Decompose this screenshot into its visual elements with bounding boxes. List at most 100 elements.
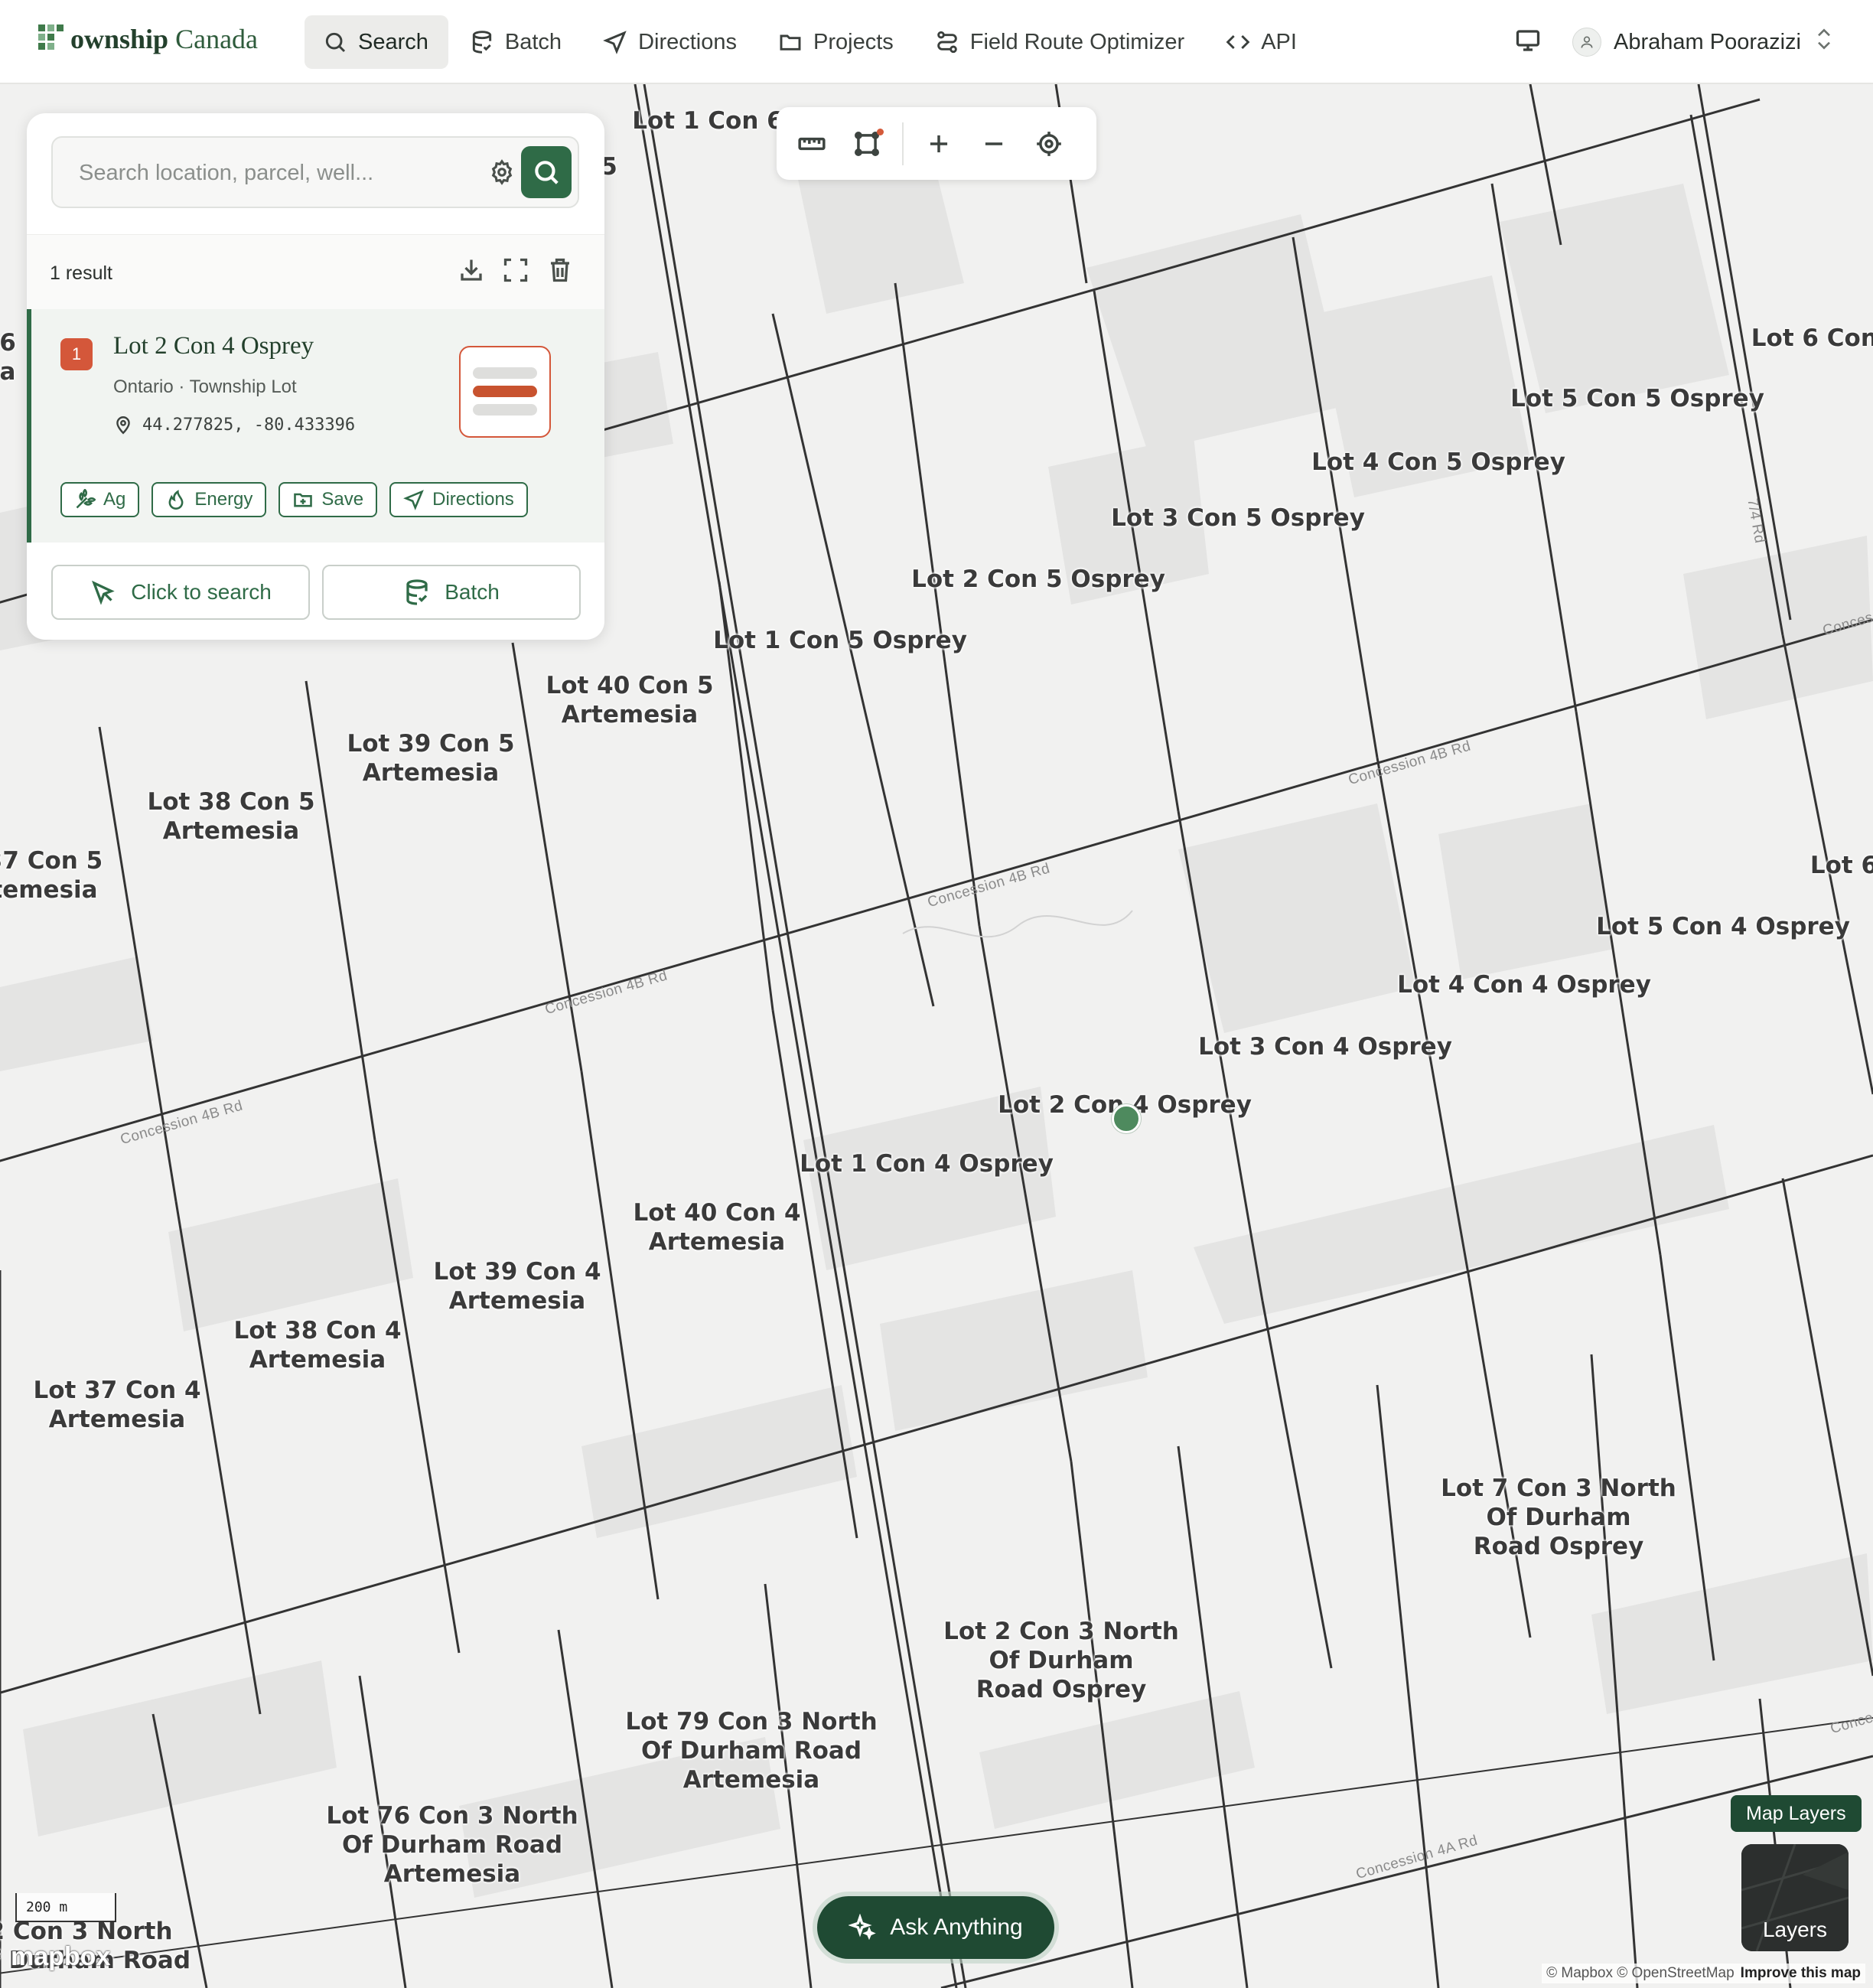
layers-button[interactable]: Layers bbox=[1741, 1844, 1849, 1951]
lot-label: Lot 2 Con 3 North Of Durham Road Osprey bbox=[943, 1618, 1179, 1703]
sparkles-icon bbox=[849, 1914, 876, 1941]
toolbar-divider bbox=[902, 122, 904, 165]
lot-label: Lot 40 Con 5 Artemesia bbox=[546, 672, 714, 728]
nav-batch-label: Batch bbox=[504, 29, 562, 54]
download-icon bbox=[461, 259, 482, 281]
ask-anything-button[interactable]: Ask Anything bbox=[817, 1896, 1054, 1959]
lot-label: Lot 38 Con 4 Artemesia bbox=[233, 1317, 402, 1374]
nav-projects[interactable]: Projects bbox=[760, 15, 914, 69]
database-icon bbox=[472, 31, 492, 54]
brand-logo[interactable]: ownship Canada bbox=[38, 23, 258, 55]
nav-directions[interactable]: Directions bbox=[585, 15, 757, 69]
lot-label: Lot 3 Con 5 Osprey bbox=[1111, 504, 1365, 532]
directions-chip-label: Directions bbox=[432, 489, 514, 510]
lot-label: Lot 6 bbox=[1809, 852, 1873, 879]
nav-field-route-optimizer[interactable]: Field Route Optimizer bbox=[917, 15, 1204, 69]
ask-anything-label: Ask Anything bbox=[890, 1915, 1023, 1940]
zoom-in-button[interactable] bbox=[911, 116, 966, 171]
energy-chip[interactable]: Energy bbox=[151, 482, 267, 517]
lot-label: Lot 3 Con 4 Osprey bbox=[1198, 1033, 1452, 1061]
user-menu[interactable]: Abraham Poorazizi bbox=[1572, 25, 1835, 59]
parcel-thumbnail bbox=[459, 346, 551, 438]
monitor-icon[interactable] bbox=[1514, 27, 1542, 58]
lot-label: 6 a bbox=[0, 329, 16, 386]
result-chips: Ag Energy Save Directions bbox=[60, 482, 528, 517]
gear-icon bbox=[491, 159, 513, 185]
database-icon bbox=[406, 579, 428, 605]
lot-label: Lot 6 Con 5 ( bbox=[1751, 324, 1873, 352]
lot-label: Lot 37 Con 4 Artemesia bbox=[33, 1377, 201, 1433]
search-input[interactable] bbox=[53, 138, 478, 208]
crosshair-icon bbox=[1037, 131, 1061, 156]
map-toolbar bbox=[777, 107, 1096, 180]
selected-location-pin[interactable] bbox=[1112, 1104, 1141, 1133]
save-chip[interactable]: Save bbox=[279, 482, 378, 517]
measure-button[interactable] bbox=[784, 116, 839, 171]
nav-search[interactable]: Search bbox=[305, 15, 448, 69]
search-submit-button[interactable] bbox=[521, 146, 572, 198]
locate-me-button[interactable] bbox=[1021, 116, 1077, 171]
click-to-search-button[interactable]: Click to search bbox=[51, 565, 310, 620]
batch-button[interactable]: Batch bbox=[322, 565, 581, 620]
search-icon bbox=[535, 161, 559, 184]
top-right-controls: Abraham Poorazizi bbox=[1514, 15, 1835, 69]
folder-icon bbox=[780, 34, 801, 51]
batch-label: Batch bbox=[445, 580, 500, 604]
user-name: Abraham Poorazizi bbox=[1614, 29, 1801, 54]
attribution-text[interactable]: © Mapbox © OpenStreetMap bbox=[1546, 1965, 1735, 1981]
avatar bbox=[1572, 28, 1601, 57]
nav-field-route-optimizer-label: Field Route Optimizer bbox=[969, 29, 1185, 54]
nav-search-label: Search bbox=[358, 29, 428, 54]
minus-icon bbox=[985, 142, 1003, 145]
result-rank-badge: 1 bbox=[60, 338, 93, 370]
result-title[interactable]: Lot 2 Con 4 Osprey bbox=[113, 332, 314, 360]
expand-icon bbox=[503, 258, 528, 282]
results-count: 1 result bbox=[50, 262, 112, 284]
search-icon bbox=[325, 32, 346, 53]
map-attribution: © Mapbox © OpenStreetMap Improve this map bbox=[1542, 1964, 1865, 1983]
mapbox-logo[interactable]: mapbox bbox=[11, 1942, 110, 1972]
search-settings-button[interactable] bbox=[489, 159, 515, 185]
ag-chip[interactable]: Ag bbox=[60, 482, 140, 517]
search-panel: 1 result 1 Lot 2 Con 4 Osprey Ontario · … bbox=[27, 113, 604, 640]
nav-projects-label: Projects bbox=[813, 29, 894, 54]
download-results-button[interactable] bbox=[458, 256, 485, 288]
draw-polygon-button[interactable] bbox=[839, 116, 894, 171]
trash-icon bbox=[551, 258, 569, 282]
zoom-out-button[interactable] bbox=[966, 116, 1021, 171]
route-icon bbox=[936, 31, 957, 54]
notification-dot bbox=[877, 128, 884, 135]
lot-label: Lot 38 Con 5 Artemesia bbox=[147, 788, 315, 845]
wheat-icon bbox=[76, 489, 96, 509]
lot-label: Lot 5 Con 4 Osprey bbox=[1596, 913, 1850, 940]
map-layers-tooltip: Map Layers bbox=[1731, 1795, 1862, 1832]
brand-grid-icon bbox=[38, 24, 64, 54]
code-icon bbox=[1226, 34, 1250, 50]
nav-api[interactable]: API bbox=[1207, 15, 1317, 69]
lot-label: Lot 79 Con 3 North Of Durham Road Arteme… bbox=[625, 1708, 878, 1794]
brand-name: ownship Canada bbox=[70, 24, 259, 54]
panel-actions: Click to search Batch bbox=[51, 565, 581, 620]
clear-results-button[interactable] bbox=[546, 256, 574, 288]
nav-batch[interactable]: Batch bbox=[451, 15, 581, 69]
folder-plus-icon bbox=[294, 493, 313, 507]
lot-label: Lot 40 Con 4 Artemesia bbox=[633, 1199, 801, 1256]
main-nav: Search Batch Directions Projects Field R… bbox=[305, 15, 1320, 69]
lot-label: Lot 39 Con 5 Artemesia bbox=[347, 730, 515, 787]
directions-chip[interactable]: Directions bbox=[389, 482, 528, 517]
improve-map-link[interactable]: Improve this map bbox=[1741, 1965, 1861, 1981]
flame-icon bbox=[168, 490, 184, 510]
result-card[interactable]: 1 Lot 2 Con 4 Osprey Ontario · Township … bbox=[27, 309, 604, 543]
lot-label: Lot 1 Con 4 Osprey bbox=[800, 1150, 1054, 1178]
lot-label: 37 Con 5 temesia bbox=[0, 847, 103, 904]
lot-label: Lot 2 Con 5 Osprey bbox=[911, 565, 1165, 593]
result-coordinates[interactable]: 44.277825, -80.433396 bbox=[113, 415, 355, 435]
lot-label: Lot 1 Con 5 Osprey bbox=[713, 627, 967, 654]
chevron-up-down-icon bbox=[1801, 25, 1835, 59]
fit-results-button[interactable] bbox=[502, 256, 529, 288]
lot-label: Lot 4 Con 5 Osprey bbox=[1311, 448, 1565, 476]
results-header: 1 result bbox=[27, 234, 604, 311]
result-subtitle: Ontario · Township Lot bbox=[113, 376, 297, 397]
top-navigation-bar: ownship Canada Search Batch Directions P… bbox=[0, 0, 1873, 84]
lot-label: Lot 76 Con 3 North Of Durham Road Arteme… bbox=[326, 1802, 578, 1888]
